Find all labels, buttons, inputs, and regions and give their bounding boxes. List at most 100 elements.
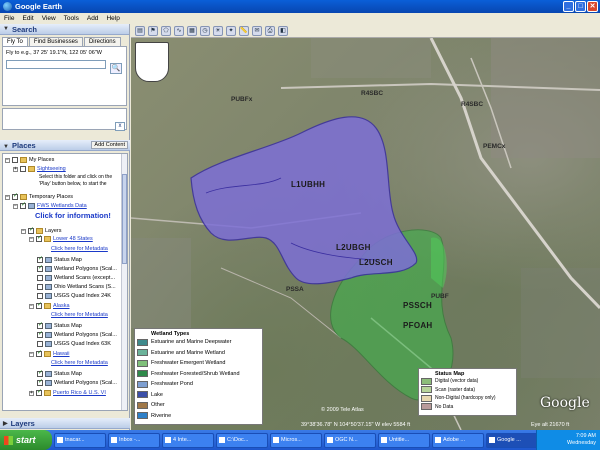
taskbar: start tnacar... Inbox -... 4 Inte... C:\Doc… [0, 430, 600, 450]
places-section: ▼ Places Add Content − My Places + Sightsee… [0, 140, 130, 413]
tree-item-sightseeing[interactable]: + Sightseeing [13, 166, 66, 172]
tab-find-businesses[interactable]: Find Businesses [28, 37, 83, 46]
tree-item-wetland-polygons-alaska[interactable]: Wetland Polygons (Scal... [37, 330, 117, 338]
placemark-icon[interactable]: ⚑ [148, 25, 158, 36]
app-icon [381, 437, 387, 443]
tree-item-status-map[interactable]: Status Map [37, 255, 82, 263]
polygon-icon[interactable]: ⬠ [161, 25, 171, 36]
menu-file[interactable]: File [4, 15, 14, 22]
taskbar-task-button[interactable]: OGC N... [324, 432, 376, 448]
tree-item-ohio-scans[interactable]: Ohio Wetland Scans (S... [37, 284, 116, 290]
app-icon [489, 437, 495, 443]
coordinate-readout: 39°38'36.78" N 104°50'37.15" W elev 5584… [301, 422, 411, 428]
road-label: PUBF [431, 293, 449, 300]
title-bar: Google Earth _ □ ✕ [0, 0, 600, 13]
app-icon [165, 437, 171, 443]
menu-edit[interactable]: Edit [22, 15, 33, 22]
tree-item-wetland-polygons-hawaii[interactable]: Wetland Polygons (Scal... [37, 378, 117, 386]
taskbar-task-button[interactable]: 4 Inte... [162, 432, 214, 448]
tree-item-puerto-rico[interactable]: +Puerto Rico & U.S. VI [29, 388, 106, 396]
start-button[interactable]: start [0, 430, 52, 450]
maximize-button[interactable]: □ [575, 1, 586, 12]
search-header[interactable]: ▼ Search [0, 24, 129, 35]
taskbar-task-button[interactable]: tnacar... [54, 432, 106, 448]
tree-item-wetland-scans[interactable]: Wetland Scans (except... [37, 275, 115, 281]
task-label: Inbox -... [119, 437, 141, 443]
wetland-legend-item: Freshwater Forested/Shrub Wetland [137, 369, 260, 380]
tree-item-lower-48[interactable]: −Lower 48 States [29, 234, 93, 242]
email-icon[interactable]: ✉ [252, 25, 262, 36]
close-button[interactable]: ✕ [587, 1, 598, 12]
wetland-legend-item: Estuarine and Marine Wetland [137, 348, 260, 359]
taskbar-task-button[interactable]: Google ... [486, 432, 538, 448]
tree-item-wetland-polygons[interactable]: Wetland Polygons (Scal... [37, 264, 117, 272]
legend-label: Lake [151, 391, 163, 398]
minimize-button[interactable]: _ [563, 1, 574, 12]
tab-fly-to[interactable]: Fly To [2, 37, 28, 46]
tab-directions[interactable]: Directions [83, 37, 121, 46]
map-view[interactable]: L1UBHH L2UBGH L2USCH PSSCH PFOAH PSSA R4… [131, 38, 600, 430]
wetland-legend-item: Other [137, 400, 260, 411]
tree-item-my-places[interactable]: − My Places [5, 157, 54, 163]
taskbar-task-button[interactable]: Micros... [270, 432, 322, 448]
ruler-icon[interactable]: 📏 [239, 25, 249, 36]
close-results-button[interactable]: x [115, 122, 125, 131]
layer-icon [45, 380, 52, 386]
click-for-information-link[interactable]: Click for information! [35, 211, 111, 220]
tree-item-usgs-24k[interactable]: USGS Quad Index 24K [37, 293, 111, 299]
search-go-button[interactable]: 🔍 [110, 63, 122, 74]
road-label: PEMCx [483, 143, 506, 150]
sky-icon[interactable]: ✦ [226, 25, 236, 36]
clock-icon[interactable]: ◷ [200, 25, 210, 36]
tree-item-hawaii[interactable]: −Hawaii [29, 349, 70, 357]
sidebar-toggle-icon[interactable]: ▤ [135, 25, 145, 36]
fly-to-input[interactable] [6, 60, 106, 69]
legend-swatch [137, 391, 148, 399]
system-tray: 7:09 AM Wednesday [536, 430, 600, 450]
menu-add[interactable]: Add [87, 15, 99, 22]
legend-swatch [421, 386, 432, 394]
search-tabs: Fly To Find Businesses Directions [2, 37, 129, 46]
wetland-label: PFOAH [403, 321, 433, 330]
app-icon [327, 437, 333, 443]
app-icon [273, 437, 279, 443]
legend-label: Freshwater Emergent Wetland [151, 360, 226, 367]
tree-item-status-map-hawaii[interactable]: Status Map [37, 369, 82, 377]
app-icon [219, 437, 225, 443]
menu-help[interactable]: Help [106, 15, 119, 22]
taskbar-task-button[interactable]: Adobe ... [432, 432, 484, 448]
menu-view[interactable]: View [42, 15, 56, 22]
menu-bar: File Edit View Tools Add Help [0, 13, 600, 24]
tree-item-status-map-alaska[interactable]: Status Map [37, 321, 82, 329]
wetland-types-legend: Wetland Types Estuarine and Marine Deepw… [134, 328, 263, 425]
tree-item-fws-wetlands[interactable]: −FWS Wetlands Data [13, 201, 87, 209]
layers-header[interactable]: ▶ Layers [0, 418, 130, 429]
status-legend-item: Digital (vector data) [421, 377, 514, 386]
overlay-icon[interactable]: ▦ [187, 25, 197, 36]
tree-item-temporary-places[interactable]: −Temporary Places [5, 192, 73, 200]
tree-scrollbar[interactable] [121, 154, 127, 410]
sun-icon[interactable]: ☀ [213, 25, 223, 36]
places-header[interactable]: ▼ Places Add Content [0, 140, 130, 151]
taskbar-task-button[interactable]: Untitle... [378, 432, 430, 448]
taskbar-task-button[interactable]: C:\Doc... [216, 432, 268, 448]
menu-tools[interactable]: Tools [64, 15, 79, 22]
print-icon[interactable]: ⎙ [265, 25, 275, 36]
scrollbar-thumb[interactable] [122, 174, 127, 264]
metadata-link-lower48[interactable]: Click here for Metadata [51, 246, 108, 252]
sightseeing-hint: Select this folder and click on the 'Pla… [39, 174, 113, 187]
taskbar-task-button[interactable]: Inbox -... [108, 432, 160, 448]
tree-item-usgs-63k[interactable]: USGS Quad Index 63K [37, 341, 111, 347]
google-earth-icon [3, 2, 12, 11]
tree-item-alaska[interactable]: −Alaska [29, 301, 70, 309]
legend-label: Freshwater Forested/Shrub Wetland [151, 370, 240, 377]
layer-icon [45, 284, 52, 290]
metadata-link-alaska[interactable]: Click here for Metadata [51, 312, 108, 318]
map-toolbar: ▤ ⚑ ⬠ ∿ ▦ ◷ ☀ ✦ 📏 ✉ ⎙ ◧ [131, 24, 600, 38]
fws-logo [135, 42, 169, 82]
metadata-link-hawaii[interactable]: Click here for Metadata [51, 360, 108, 366]
maps-icon[interactable]: ◧ [278, 25, 288, 36]
search-panel: Fly to e.g., 37 25' 19.1"N, 122 05' 06"W… [2, 46, 127, 106]
path-icon[interactable]: ∿ [174, 25, 184, 36]
add-content-button[interactable]: Add Content [91, 141, 128, 149]
